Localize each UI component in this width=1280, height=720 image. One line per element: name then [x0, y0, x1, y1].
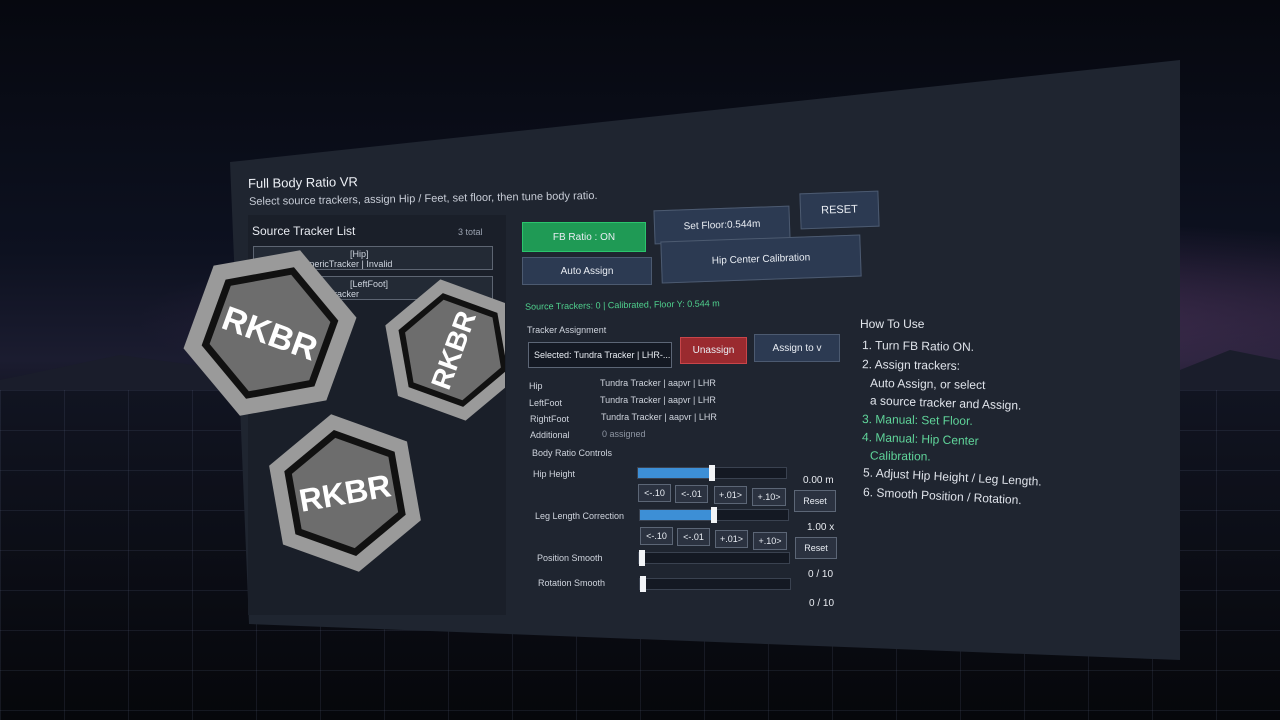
- howto-step: 2. Assign trackers:: [861, 357, 961, 373]
- body-ratio-title: Body Ratio Controls: [532, 448, 613, 458]
- howto-step: Calibration.: [869, 448, 931, 464]
- hip-center-calibration-button[interactable]: Hip Center Calibration: [660, 234, 862, 284]
- assignment-row-name: LeftFoot: [529, 398, 563, 408]
- assign-to-dropdown[interactable]: Assign to v: [754, 334, 840, 362]
- hip-height-slider-thumb[interactable]: [709, 465, 715, 481]
- app-title: Full Body Ratio VR: [247, 174, 358, 191]
- leg-length-minus-01-button[interactable]: <-.01: [677, 528, 710, 546]
- howto-step: 3. Manual: Set Floor.: [861, 412, 973, 428]
- hip-height-value: 0.00 m: [803, 475, 834, 486]
- hip-height-reset-button[interactable]: Reset: [794, 490, 836, 512]
- rotation-smooth-slider[interactable]: [639, 576, 791, 592]
- assignment-row-value: 0 assigned: [602, 429, 646, 439]
- leg-length-slider-fill: [640, 510, 714, 520]
- position-smooth-slider-thumb[interactable]: [639, 550, 645, 566]
- source-list-title: Source Tracker List: [252, 224, 356, 238]
- leg-length-slider-thumb[interactable]: [711, 507, 717, 523]
- assignment-row-name: Hip: [529, 381, 543, 391]
- rkbr-logo: RKBR RKBR RKBR: [183, 250, 505, 572]
- selected-tracker-field[interactable]: Selected: Tundra Tracker | LHR-...: [528, 342, 672, 368]
- hip-height-minus-10-button[interactable]: <-.10: [638, 484, 671, 502]
- leg-length-label: Leg Length Correction: [535, 511, 625, 521]
- auto-assign-button[interactable]: Auto Assign: [522, 257, 652, 285]
- position-smooth-value: 0 / 10: [808, 569, 834, 580]
- leg-length-reset-button[interactable]: Reset: [795, 537, 837, 559]
- rotation-smooth-slider-thumb[interactable]: [640, 576, 646, 592]
- position-smooth-label: Position Smooth: [537, 553, 603, 563]
- leg-length-plus-01-button[interactable]: +.01>: [715, 530, 748, 548]
- position-smooth-slider[interactable]: [638, 550, 790, 566]
- leg-length-minus-10-button[interactable]: <-.10: [640, 527, 673, 545]
- leg-length-value: 1.00 x: [807, 522, 835, 533]
- fb-ratio-toggle-button[interactable]: FB Ratio : ON: [522, 222, 646, 252]
- assignment-row-value: Tundra Tracker | aapvr | LHR: [601, 412, 717, 422]
- source-list-count: 3 total: [458, 227, 483, 237]
- leg-length-plus-10-button[interactable]: +.10>: [753, 532, 787, 550]
- hip-height-plus-10-button[interactable]: +.10>: [752, 488, 786, 506]
- hip-height-slider[interactable]: [637, 465, 787, 481]
- leg-length-slider[interactable]: [639, 507, 789, 523]
- rotation-smooth-label: Rotation Smooth: [538, 578, 606, 588]
- assignment-row-name: Additional: [530, 430, 570, 440]
- rotation-smooth-value: 0 / 10: [809, 598, 835, 609]
- assignment-row-name: RightFoot: [530, 414, 570, 424]
- hip-height-label: Hip Height: [533, 469, 576, 479]
- howto-step: Auto Assign, or select: [869, 375, 986, 393]
- reset-all-button[interactable]: RESET: [799, 190, 880, 230]
- tracker-assignment-title: Tracker Assignment: [527, 325, 607, 335]
- howto-title: How To Use: [860, 317, 925, 331]
- unassign-button[interactable]: Unassign: [680, 337, 747, 364]
- hip-height-minus-01-button[interactable]: <-.01: [675, 485, 708, 503]
- howto-step: 1. Turn FB Ratio ON.: [861, 338, 975, 354]
- assignment-row-value: Tundra Tracker | aapvr | LHR: [600, 378, 716, 388]
- hip-height-plus-01-button[interactable]: +.01>: [714, 486, 747, 504]
- assignment-row-value: Tundra Tracker | aapvr | LHR: [600, 395, 716, 405]
- hip-height-slider-fill: [638, 468, 712, 478]
